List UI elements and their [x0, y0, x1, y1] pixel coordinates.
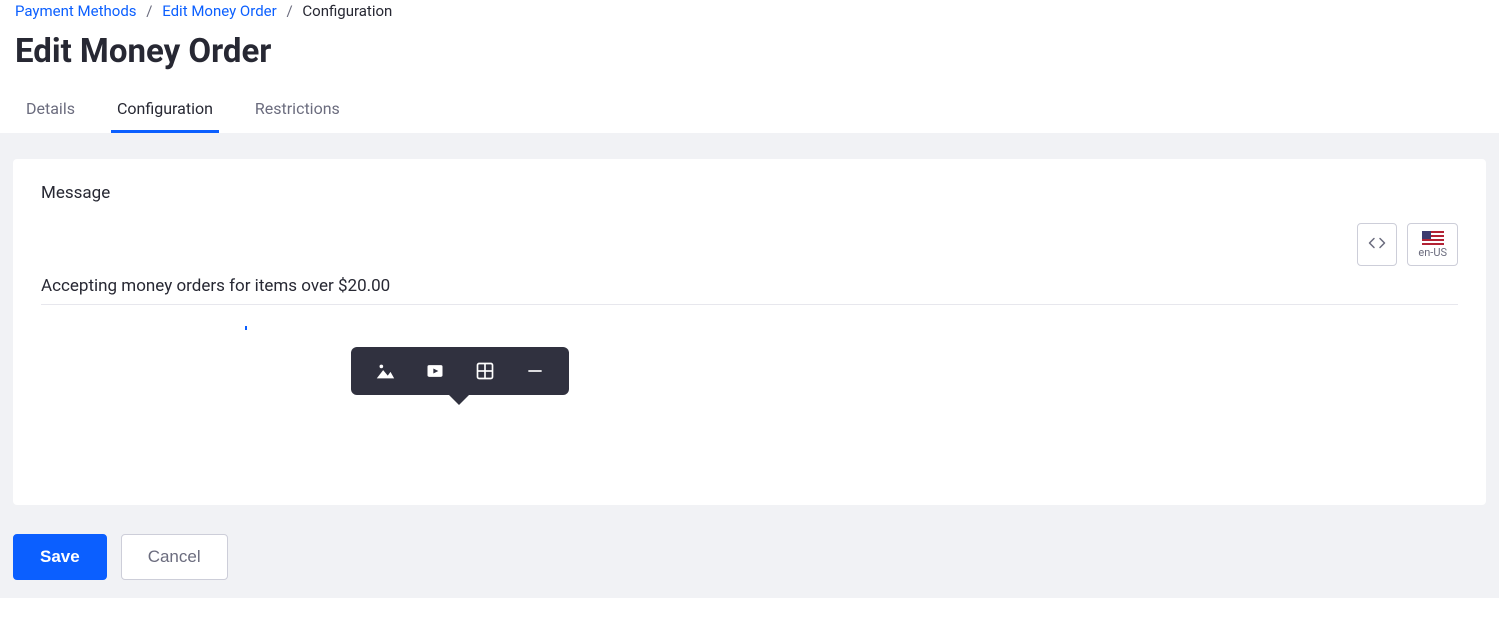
tab-restrictions[interactable]: Restrictions	[249, 85, 346, 133]
video-icon	[425, 361, 445, 381]
breadcrumb-separator: /	[286, 2, 292, 20]
breadcrumb-link-payment-methods[interactable]: Payment Methods	[15, 2, 137, 20]
insert-video-button[interactable]	[423, 359, 447, 383]
locale-selector-button[interactable]: en-US	[1407, 223, 1458, 266]
breadcrumb-link-edit-money-order[interactable]: Edit Money Order	[162, 2, 277, 20]
insert-table-button[interactable]	[473, 359, 497, 383]
horizontal-rule-icon	[525, 361, 545, 381]
insert-popover	[351, 347, 569, 395]
locale-code: en-US	[1418, 246, 1447, 259]
code-icon	[1368, 235, 1386, 254]
insert-horizontal-rule-button[interactable]	[523, 359, 547, 383]
message-field-label: Message	[41, 183, 1458, 203]
tab-bar: Details Configuration Restrictions	[0, 85, 1499, 134]
caret-marker	[245, 326, 247, 330]
tab-configuration[interactable]: Configuration	[111, 85, 219, 133]
tab-details[interactable]: Details	[20, 85, 81, 133]
us-flag-icon	[1422, 230, 1444, 244]
insert-image-button[interactable]	[373, 359, 397, 383]
editor-card: Message en-US Accepting money orders for	[13, 159, 1486, 505]
content-area: Message en-US Accepting money orders for	[0, 134, 1499, 520]
footer-actions: Save Cancel	[0, 520, 1499, 598]
cancel-button[interactable]: Cancel	[121, 534, 228, 580]
message-editor[interactable]: Accepting money orders for items over $2…	[41, 272, 1458, 305]
table-icon	[475, 361, 495, 381]
page-title: Edit Money Order	[0, 26, 1499, 85]
breadcrumb: Payment Methods / Edit Money Order / Con…	[0, 0, 1499, 26]
save-button[interactable]: Save	[13, 534, 107, 580]
source-code-button[interactable]	[1357, 223, 1397, 266]
breadcrumb-current: Configuration	[302, 2, 392, 20]
editor-toolbar: en-US	[41, 223, 1458, 266]
breadcrumb-separator: /	[146, 2, 152, 20]
image-icon	[374, 360, 396, 382]
